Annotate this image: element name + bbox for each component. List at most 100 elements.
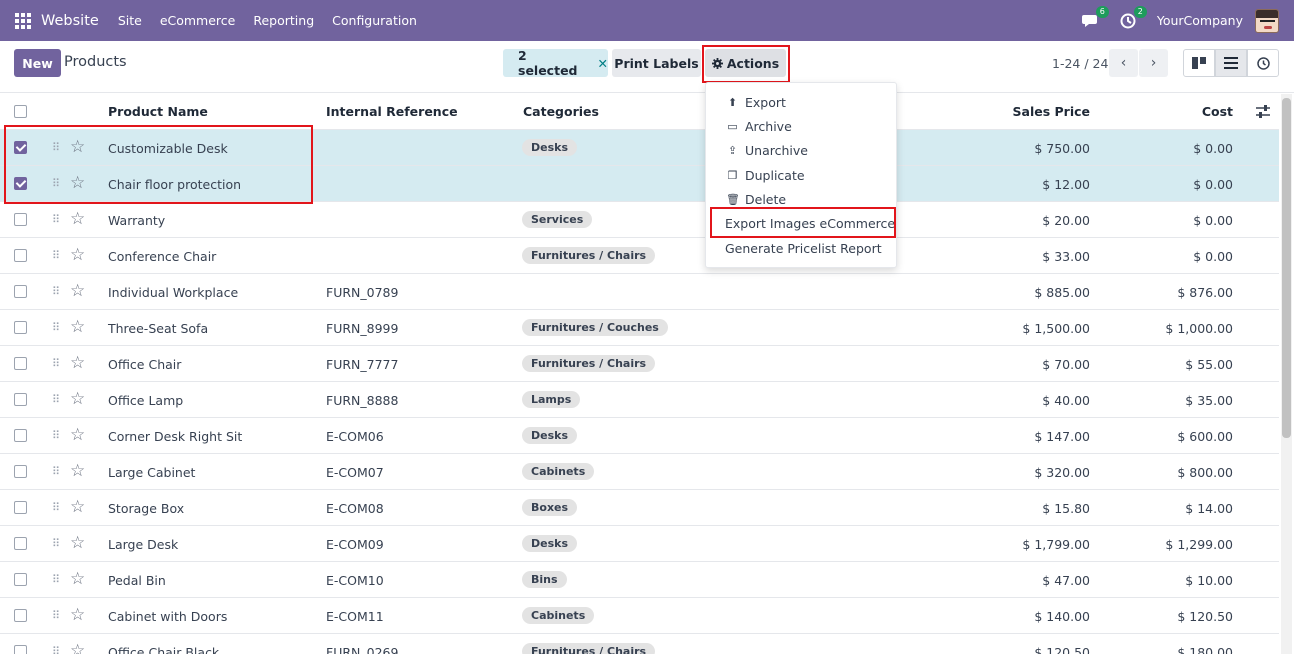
favorite-star-icon[interactable]: ☆: [70, 209, 85, 229]
row-checkbox[interactable]: [14, 249, 27, 262]
product-name-cell[interactable]: Individual Workplace: [108, 285, 238, 300]
company-switcher[interactable]: YourCompany: [1157, 13, 1243, 28]
row-checkbox[interactable]: [14, 429, 27, 442]
product-name-cell[interactable]: Office Chair Black: [108, 645, 219, 654]
table-row[interactable]: ⠿ ☆ Corner Desk Right Sit E-COM06 Desks $ 147…: [0, 418, 1279, 454]
product-name-cell[interactable]: Pedal Bin: [108, 573, 166, 588]
row-checkbox[interactable]: [14, 393, 27, 406]
favorite-star-icon[interactable]: ☆: [70, 497, 85, 517]
optional-columns-icon[interactable]: [1256, 105, 1270, 118]
menu-item-label: Delete: [745, 192, 787, 207]
favorite-star-icon[interactable]: ☆: [70, 605, 85, 625]
favorite-star-icon[interactable]: ☆: [70, 641, 85, 654]
table-row[interactable]: ⠿ ☆ Office Lamp FURN_8888 Lamps $ 40.00 $ 35.0…: [0, 382, 1279, 418]
favorite-star-icon[interactable]: ☆: [70, 461, 85, 481]
menu-item-generate-pricelist-report[interactable]: Generate Pricelist Report: [725, 241, 882, 256]
activity-view-icon[interactable]: [1247, 49, 1279, 77]
row-checkbox[interactable]: [14, 285, 27, 298]
drag-handle-icon[interactable]: ⠿: [52, 465, 60, 478]
select-all-checkbox[interactable]: [14, 105, 27, 118]
drag-handle-icon[interactable]: ⠿: [52, 609, 60, 622]
menu-configuration[interactable]: Configuration: [332, 13, 417, 28]
row-checkbox[interactable]: [14, 537, 27, 550]
menu-item-unarchive[interactable]: ⇪ Unarchive: [726, 143, 808, 158]
table-row[interactable]: ⠿ ☆ Pedal Bin E-COM10 Bins $ 47.00 $ 10.00: [0, 562, 1279, 598]
product-name-cell[interactable]: Storage Box: [108, 501, 184, 516]
user-avatar[interactable]: [1255, 8, 1279, 33]
table-row[interactable]: ⠿ ☆ Individual Workplace FURN_0789 $ 885.00 $…: [0, 274, 1279, 310]
messages-icon[interactable]: 6: [1081, 5, 1109, 30]
pager-value[interactable]: 1-24 / 24: [1052, 56, 1108, 71]
table-row[interactable]: ⠿ ☆ Office Chair Black FURN_0269 Furnitures …: [0, 634, 1279, 654]
list-view-icon[interactable]: [1215, 49, 1247, 77]
table-row[interactable]: ⠿ ☆ Warranty Services $ 20.00 $ 0.00: [0, 202, 1279, 238]
kanban-view-icon[interactable]: [1183, 49, 1215, 77]
favorite-star-icon[interactable]: ☆: [70, 317, 85, 337]
menu-item-duplicate[interactable]: ❐ Duplicate: [726, 168, 805, 183]
row-checkbox[interactable]: [14, 645, 27, 654]
pager-previous-icon[interactable]: ‹: [1109, 49, 1138, 77]
table-row[interactable]: ⠿ ☆ Conference Chair Furnitures / Chairs $ 3…: [0, 238, 1279, 274]
favorite-star-icon[interactable]: ☆: [70, 425, 85, 445]
row-checkbox[interactable]: [14, 321, 27, 334]
row-checkbox[interactable]: [14, 357, 27, 370]
favorite-star-icon[interactable]: ☆: [70, 533, 85, 553]
cost-cell: $ 0.00: [1193, 249, 1233, 264]
product-name-cell[interactable]: Corner Desk Right Sit: [108, 429, 242, 444]
column-sales-price[interactable]: Sales Price: [1013, 104, 1091, 119]
favorite-star-icon[interactable]: ☆: [70, 569, 85, 589]
product-name-cell[interactable]: Three-Seat Sofa: [108, 321, 208, 336]
row-checkbox[interactable]: [14, 609, 27, 622]
scrollbar-thumb[interactable]: [1282, 98, 1291, 438]
table-row[interactable]: ⠿ ☆ Office Chair FURN_7777 Furnitures / Chai…: [0, 346, 1279, 382]
app-brand[interactable]: Website: [41, 13, 99, 29]
menu-item-archive[interactable]: ▭ Archive: [726, 119, 791, 134]
row-checkbox[interactable]: [14, 501, 27, 514]
column-categories[interactable]: Categories: [523, 104, 599, 119]
drag-handle-icon[interactable]: ⠿: [52, 537, 60, 550]
menu-item-export[interactable]: ⬆ Export: [726, 95, 786, 110]
product-name-cell[interactable]: Office Chair: [108, 357, 181, 372]
drag-handle-icon[interactable]: ⠿: [52, 285, 60, 298]
menu-site[interactable]: Site: [118, 13, 142, 28]
product-name-cell[interactable]: Warranty: [108, 213, 165, 228]
drag-handle-icon[interactable]: ⠿: [52, 249, 60, 262]
drag-handle-icon[interactable]: ⠿: [52, 645, 60, 654]
table-row[interactable]: ⠿ ☆ Storage Box E-COM08 Boxes $ 15.80 $ 14.00: [0, 490, 1279, 526]
drag-handle-icon[interactable]: ⠿: [52, 501, 60, 514]
row-checkbox[interactable]: [14, 573, 27, 586]
column-cost[interactable]: Cost: [1202, 104, 1233, 119]
drag-handle-icon[interactable]: ⠿: [52, 213, 60, 226]
product-name-cell[interactable]: Cabinet with Doors: [108, 609, 227, 624]
product-name-cell[interactable]: Conference Chair: [108, 249, 216, 264]
table-row[interactable]: ⠿ ☆ Large Cabinet E-COM07 Cabinets $ 320.00 $ …: [0, 454, 1279, 490]
favorite-star-icon[interactable]: ☆: [70, 281, 85, 301]
drag-handle-icon[interactable]: ⠿: [52, 429, 60, 442]
favorite-star-icon[interactable]: ☆: [70, 389, 85, 409]
menu-ecommerce[interactable]: eCommerce: [160, 13, 236, 28]
column-product-name[interactable]: Product Name: [108, 104, 208, 119]
favorite-star-icon[interactable]: ☆: [70, 353, 85, 373]
menu-item-delete[interactable]: 🗑 Delete: [726, 192, 786, 207]
table-row[interactable]: ⠿ ☆ Cabinet with Doors E-COM11 Cabinets $ 140…: [0, 598, 1279, 634]
apps-menu-icon[interactable]: [15, 12, 31, 29]
column-internal-reference[interactable]: Internal Reference: [326, 104, 458, 119]
drag-handle-icon[interactable]: ⠿: [52, 573, 60, 586]
table-row[interactable]: ⠿ ☆ Large Desk E-COM09 Desks $ 1,799.00 $ 1,29…: [0, 526, 1279, 562]
activities-icon[interactable]: 2: [1119, 5, 1147, 30]
drag-handle-icon[interactable]: ⠿: [52, 393, 60, 406]
favorite-star-icon[interactable]: ☆: [70, 245, 85, 265]
row-checkbox[interactable]: [14, 465, 27, 478]
new-button[interactable]: New: [14, 49, 61, 77]
menu-reporting[interactable]: Reporting: [253, 13, 314, 28]
print-labels-button[interactable]: Print Labels: [612, 49, 701, 77]
table-row[interactable]: ⠿ ☆ Three-Seat Sofa FURN_8999 Furnitures / C…: [0, 310, 1279, 346]
product-name-cell[interactable]: Large Cabinet: [108, 465, 195, 480]
drag-handle-icon[interactable]: ⠿: [52, 321, 60, 334]
product-name-cell[interactable]: Office Lamp: [108, 393, 183, 408]
drag-handle-icon[interactable]: ⠿: [52, 357, 60, 370]
pager-next-icon[interactable]: ›: [1139, 49, 1168, 77]
clear-selection-icon[interactable]: ✕: [598, 56, 608, 71]
row-checkbox[interactable]: [14, 213, 27, 226]
product-name-cell[interactable]: Large Desk: [108, 537, 178, 552]
